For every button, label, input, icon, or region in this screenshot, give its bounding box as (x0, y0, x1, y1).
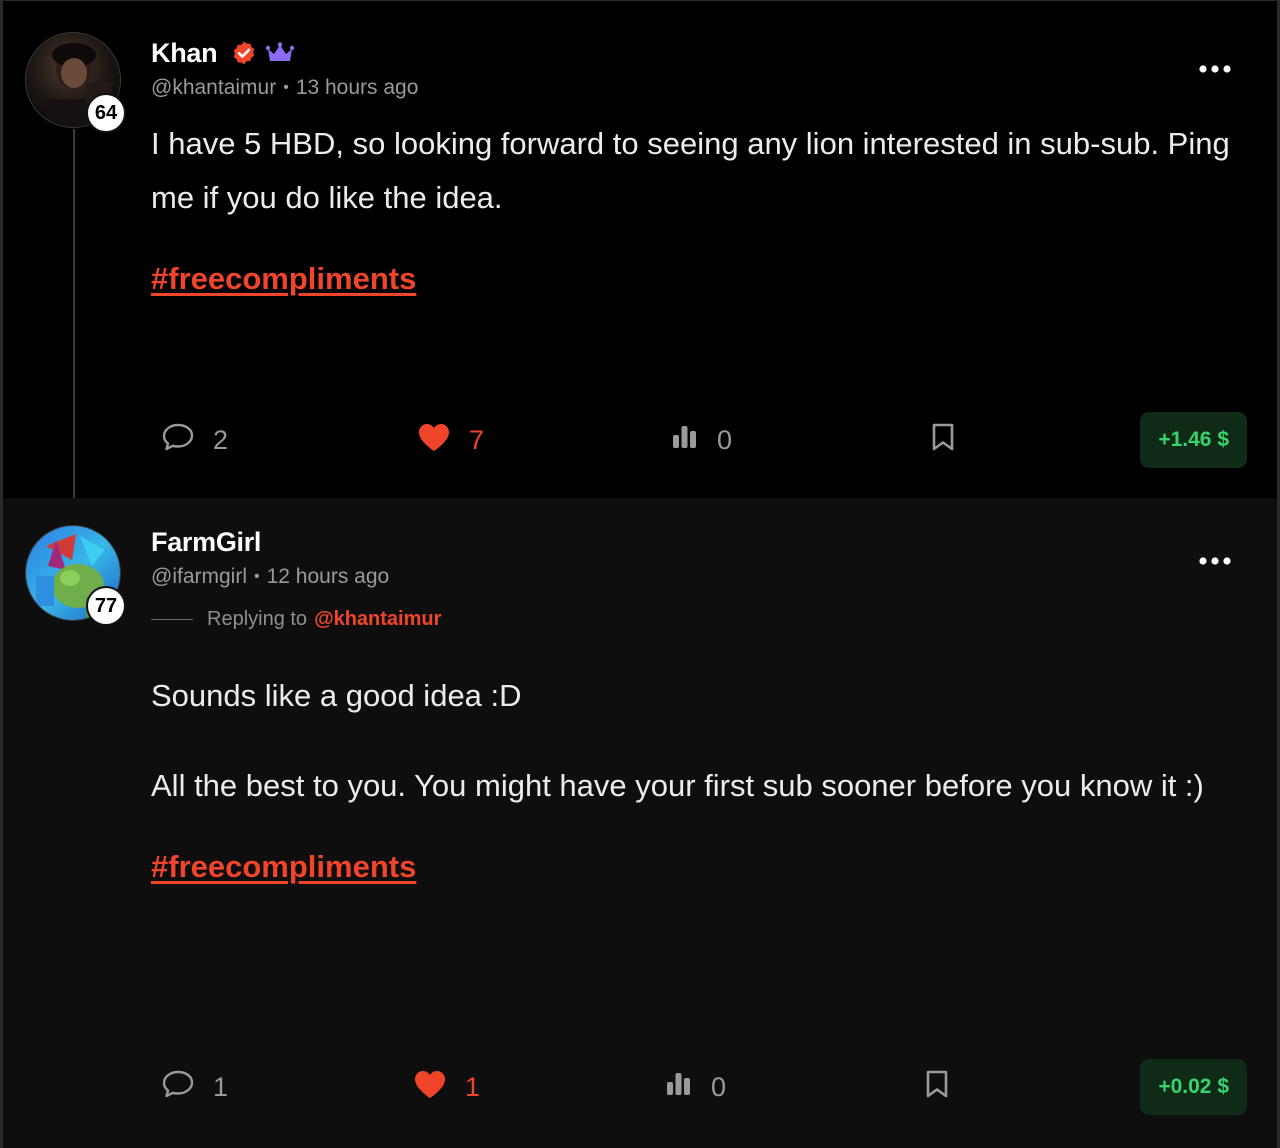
post: 64 Khan @khantaimur • 13 hours ago I hav… (3, 1, 1277, 498)
avatar-container[interactable]: 64 (25, 32, 126, 133)
verified-check-icon (231, 40, 257, 66)
avatar-container[interactable]: 77 (25, 525, 126, 626)
replying-to-label: Replying to (207, 608, 308, 630)
payout-button[interactable]: +0.02 $ (1140, 1059, 1247, 1115)
bar-chart-icon (671, 424, 699, 457)
bookmark-icon (931, 422, 955, 459)
stats-button[interactable]: 0 (671, 424, 732, 457)
post-actions: 2 7 0 +1.46 $ (151, 412, 1247, 468)
more-options-button[interactable] (1195, 57, 1235, 81)
hashtag-link[interactable]: #freecompliments (151, 261, 416, 297)
like-button[interactable]: 7 (417, 422, 484, 459)
view-count: 0 (711, 1071, 727, 1102)
stats-button[interactable]: 0 (665, 1071, 726, 1104)
thread-line (73, 129, 75, 498)
author-handle[interactable]: @ifarmgirl (151, 565, 247, 589)
like-count: 7 (469, 424, 485, 455)
author-name[interactable]: Khan (151, 38, 218, 69)
crown-icon (265, 41, 295, 65)
comment-icon (161, 422, 195, 459)
author-name[interactable]: FarmGirl (151, 527, 261, 558)
meta-separator: • (254, 568, 260, 585)
more-dots-icon (1199, 557, 1231, 565)
more-dots-icon (1199, 65, 1231, 73)
bookmark-button[interactable] (925, 1069, 949, 1106)
bar-chart-icon (665, 1071, 693, 1104)
comment-count: 2 (213, 424, 229, 455)
comment-count: 1 (213, 1071, 229, 1102)
post-timestamp[interactable]: 13 hours ago (296, 76, 419, 100)
heart-icon (413, 1069, 447, 1106)
post: 77 FarmGirl @ifarmgirl • 12 hours ago Re… (3, 498, 1277, 1148)
meta-separator: • (283, 79, 289, 96)
replying-to: Replying to @khantaimur (151, 608, 1247, 631)
post-content: Khan @khantaimur • 13 hours ago I have 5… (151, 35, 1247, 297)
author-handle[interactable]: @khantaimur (151, 76, 276, 100)
like-button[interactable]: 1 (413, 1069, 480, 1106)
replying-to-user-link[interactable]: @khantaimur (314, 608, 441, 631)
view-count: 0 (717, 424, 733, 455)
post-body: I have 5 HBD, so looking forward to seei… (151, 126, 1230, 215)
post-actions: 1 1 0 +0.02 $ (151, 1059, 1247, 1115)
bookmark-icon (925, 1069, 949, 1106)
feed: 64 Khan @khantaimur • 13 hours ago I hav… (0, 0, 1280, 1148)
comment-icon (161, 1069, 195, 1106)
more-options-button[interactable] (1195, 549, 1235, 573)
heart-icon (417, 422, 451, 459)
author-row: Khan (151, 35, 1247, 71)
reputation-badge: 64 (86, 93, 126, 133)
hashtag-link[interactable]: #freecompliments (151, 849, 416, 885)
author-row: FarmGirl (151, 524, 1247, 560)
post-content: FarmGirl @ifarmgirl • 12 hours ago Reply… (151, 524, 1247, 885)
post-meta: @khantaimur • 13 hours ago (151, 71, 1247, 105)
reply-line (151, 619, 193, 620)
bookmark-button[interactable] (931, 422, 955, 459)
reputation-badge: 77 (86, 586, 126, 626)
payout-button[interactable]: +1.46 $ (1140, 412, 1247, 468)
comment-button[interactable]: 1 (161, 1069, 228, 1106)
comment-button[interactable]: 2 (161, 422, 228, 459)
post-body-paragraph: All the best to you. You might have your… (151, 768, 1204, 803)
like-count: 1 (465, 1071, 481, 1102)
post-body-paragraph: Sounds like a good idea :D (151, 678, 522, 713)
post-timestamp[interactable]: 12 hours ago (267, 565, 390, 589)
post-meta: @ifarmgirl • 12 hours ago (151, 560, 1247, 594)
